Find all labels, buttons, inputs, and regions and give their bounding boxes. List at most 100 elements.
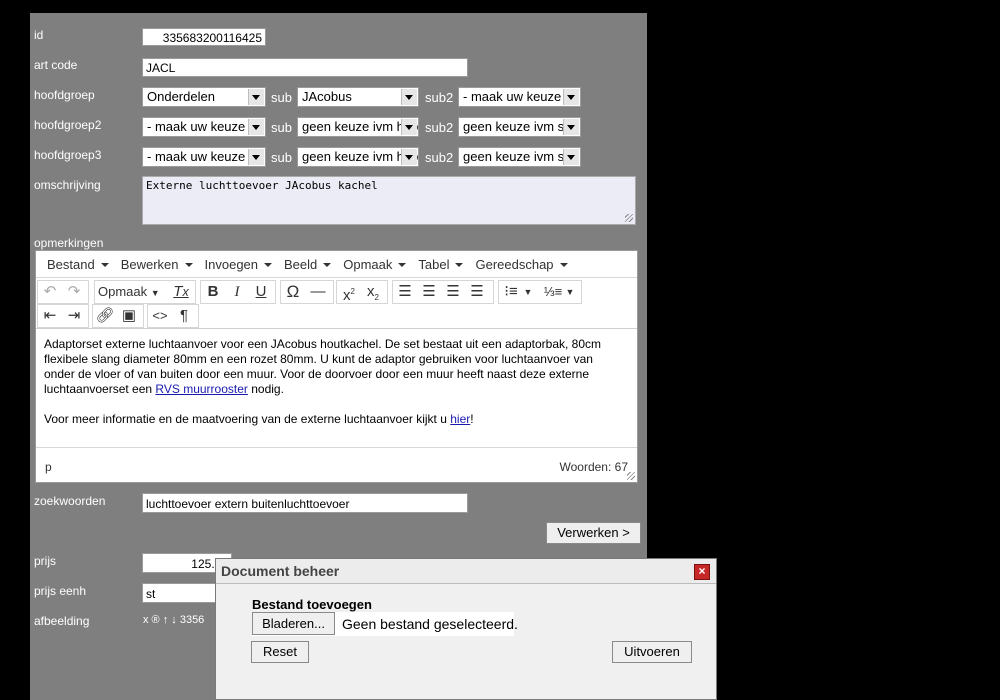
hoofdgroep2-select-value: - maak uw keuze [147,119,246,134]
link-icon[interactable]: 🔗︎ [94,305,116,327]
editor-menubar: Bestand Bewerken Invoegen Beeld Opmaak T… [36,251,637,278]
zoekwoorden-field[interactable]: luchttoevoer extern buitenluchttoevoer [142,493,468,513]
hoofdgroep-label: hoofdgroep [34,88,95,102]
menu-beeld[interactable]: Beeld [284,257,331,272]
caret-down-icon: ▼ [150,288,160,298]
editor-content[interactable]: Adaptorset externe luchtaanvoer voor een… [44,337,624,427]
menu-bestand[interactable]: Bestand [47,257,109,272]
hoofdgroep-select-value: Onderdelen [147,89,215,104]
file-input[interactable]: Bladeren... Geen bestand geselecteerd. [252,612,518,636]
clear-format-icon[interactable]: Tx [170,281,192,303]
numbered-list-icon[interactable]: ⅓≡ [542,281,564,303]
element-path[interactable]: p [45,460,52,474]
hoofdgroep2-sub2-label: sub2 [425,120,454,135]
outdent-icon[interactable]: ⇤ [39,305,61,327]
hoofdgroep3-sub-select[interactable]: geen keuze ivm hoofdgroep [297,147,419,167]
section-title: Bestand toevoegen [252,597,372,612]
hoofdgroep2-label: hoofdgroep2 [34,118,102,132]
italic-icon[interactable]: I [226,281,248,303]
dialog-titlebar[interactable]: Document beheer × [216,559,716,584]
hoofdgroep3-select-value: - maak uw keuze [147,149,246,164]
bullet-list-icon[interactable]: ⁝≡ [500,281,522,303]
menu-gereedschap[interactable]: Gereedschap [475,257,567,272]
menu-bewerken[interactable]: Bewerken [121,257,193,272]
align-center-icon[interactable]: ☰ [418,281,440,303]
chevron-down-icon [563,89,579,105]
prijs-label: prijs [34,554,57,568]
menu-tabel[interactable]: Tabel [418,257,463,272]
align-justify-icon[interactable]: ☰ [466,281,488,303]
indent-icon[interactable]: ⇥ [63,305,85,327]
artcode-field[interactable]: JACL [142,58,468,77]
id-label: id [34,28,44,42]
word-count: Woorden: 67 [559,460,629,474]
pilcrow-icon[interactable]: ¶ [173,305,195,327]
verwerken-button[interactable]: Verwerken > [546,522,641,544]
chevron-down-icon [248,119,264,135]
chevron-down-icon [401,89,417,105]
hoofdgroep2-select[interactable]: - maak uw keuze [142,117,266,137]
image-icon[interactable]: ▣ [118,305,140,327]
source-code-icon[interactable]: <> [149,305,171,327]
omega-icon[interactable]: Ω [282,281,304,303]
hoofdgroep2-sub-select[interactable]: geen keuze ivm hoofdgroep [297,117,419,137]
hoofdgroep3-sub2-select-value: geen keuze ivm sub [463,149,579,164]
resize-handle-icon[interactable] [625,214,633,222]
hoofdgroep-sub2-label: sub2 [425,90,454,105]
hoofdgroep-select[interactable]: Onderdelen [142,87,266,107]
artcode-label: art code [34,58,78,72]
editor-paragraph: Adaptorset externe luchtaanvoer voor een… [44,337,624,397]
horizontal-rule-icon[interactable]: — [307,281,329,303]
hoofdgroep2-sub2-select-value: geen keuze ivm sub [463,119,579,134]
hoofdgroep-sub-label: sub [271,90,292,105]
omschrijving-textarea[interactable]: Externe luchttoevoer JAcobus kachel [142,176,636,225]
hoofdgroep3-sub2-select[interactable]: geen keuze ivm sub [458,147,581,167]
bold-icon[interactable]: B [202,281,224,303]
prijs-eenh-label: prijs eenh [34,584,87,598]
chevron-down-icon [563,119,579,135]
reset-button[interactable]: Reset [251,641,309,663]
menu-opmaak[interactable]: Opmaak [343,257,406,272]
subscript-icon[interactable]: x2 [362,281,384,303]
hoofdgroep2-sub2-select[interactable]: geen keuze ivm sub [458,117,581,137]
hoofdgroep3-select[interactable]: - maak uw keuze [142,147,266,167]
chevron-down-icon [401,119,417,135]
omschrijving-label: omschrijving [34,178,101,192]
file-status: Geen bestand geselecteerd. [342,616,518,632]
format-dropdown[interactable]: Opmaak ▼ [98,281,166,303]
close-icon[interactable]: × [694,564,710,580]
superscript-icon[interactable]: x2 [338,281,360,304]
hoofdgroep-sub-select-value: JAcobus [302,89,352,104]
format-dropdown-label: Opmaak [98,284,148,299]
hoofdgroep-sub-select[interactable]: JAcobus [297,87,419,107]
editor-statusbar: p Woorden: 67 [36,447,637,482]
hier-link[interactable]: hier [450,412,470,426]
dialog-title: Document beheer [221,563,340,579]
afbeelding-controls[interactable]: x ® ↑ ↓ 3356 [143,614,204,626]
chevron-down-icon [248,89,264,105]
chevron-down-icon [248,149,264,165]
chevron-down-icon [563,149,579,165]
paragraph-text: Voor meer informatie en de maatvoering v… [44,412,451,426]
paragraph-text: ! [470,412,474,426]
document-beheer-dialog: Document beheer × Bestand toevoegen Blad… [215,558,717,700]
editor-paragraph: Voor meer informatie en de maatvoering v… [44,412,624,427]
bullet-list-caret-icon[interactable]: ▼ [522,281,534,303]
resize-handle-icon[interactable] [627,472,635,480]
hoofdgroep-sub2-select-value: - maak uw keuze [463,89,562,104]
hoofdgroep2-sub-label: sub [271,120,292,135]
rvs-muurrooster-link[interactable]: RVS muurrooster [155,382,247,396]
underline-icon[interactable]: U [250,281,272,303]
uitvoeren-button[interactable]: Uitvoeren [612,641,692,663]
zoekwoorden-label: zoekwoorden [34,494,106,508]
hoofdgroep3-sub2-label: sub2 [425,150,454,165]
menu-invoegen[interactable]: Invoegen [205,257,273,272]
align-right-icon[interactable]: ☰ [442,281,464,303]
browse-button[interactable]: Bladeren... [252,612,335,635]
undo-icon[interactable]: ↶ [39,281,61,303]
hoofdgroep-sub2-select[interactable]: - maak uw keuze [458,87,581,107]
numbered-list-caret-icon[interactable]: ▼ [564,281,576,303]
align-left-icon[interactable]: ☰ [394,281,416,303]
id-field[interactable]: 335683200116425 [142,28,266,46]
redo-icon[interactable]: ↷ [63,281,85,303]
